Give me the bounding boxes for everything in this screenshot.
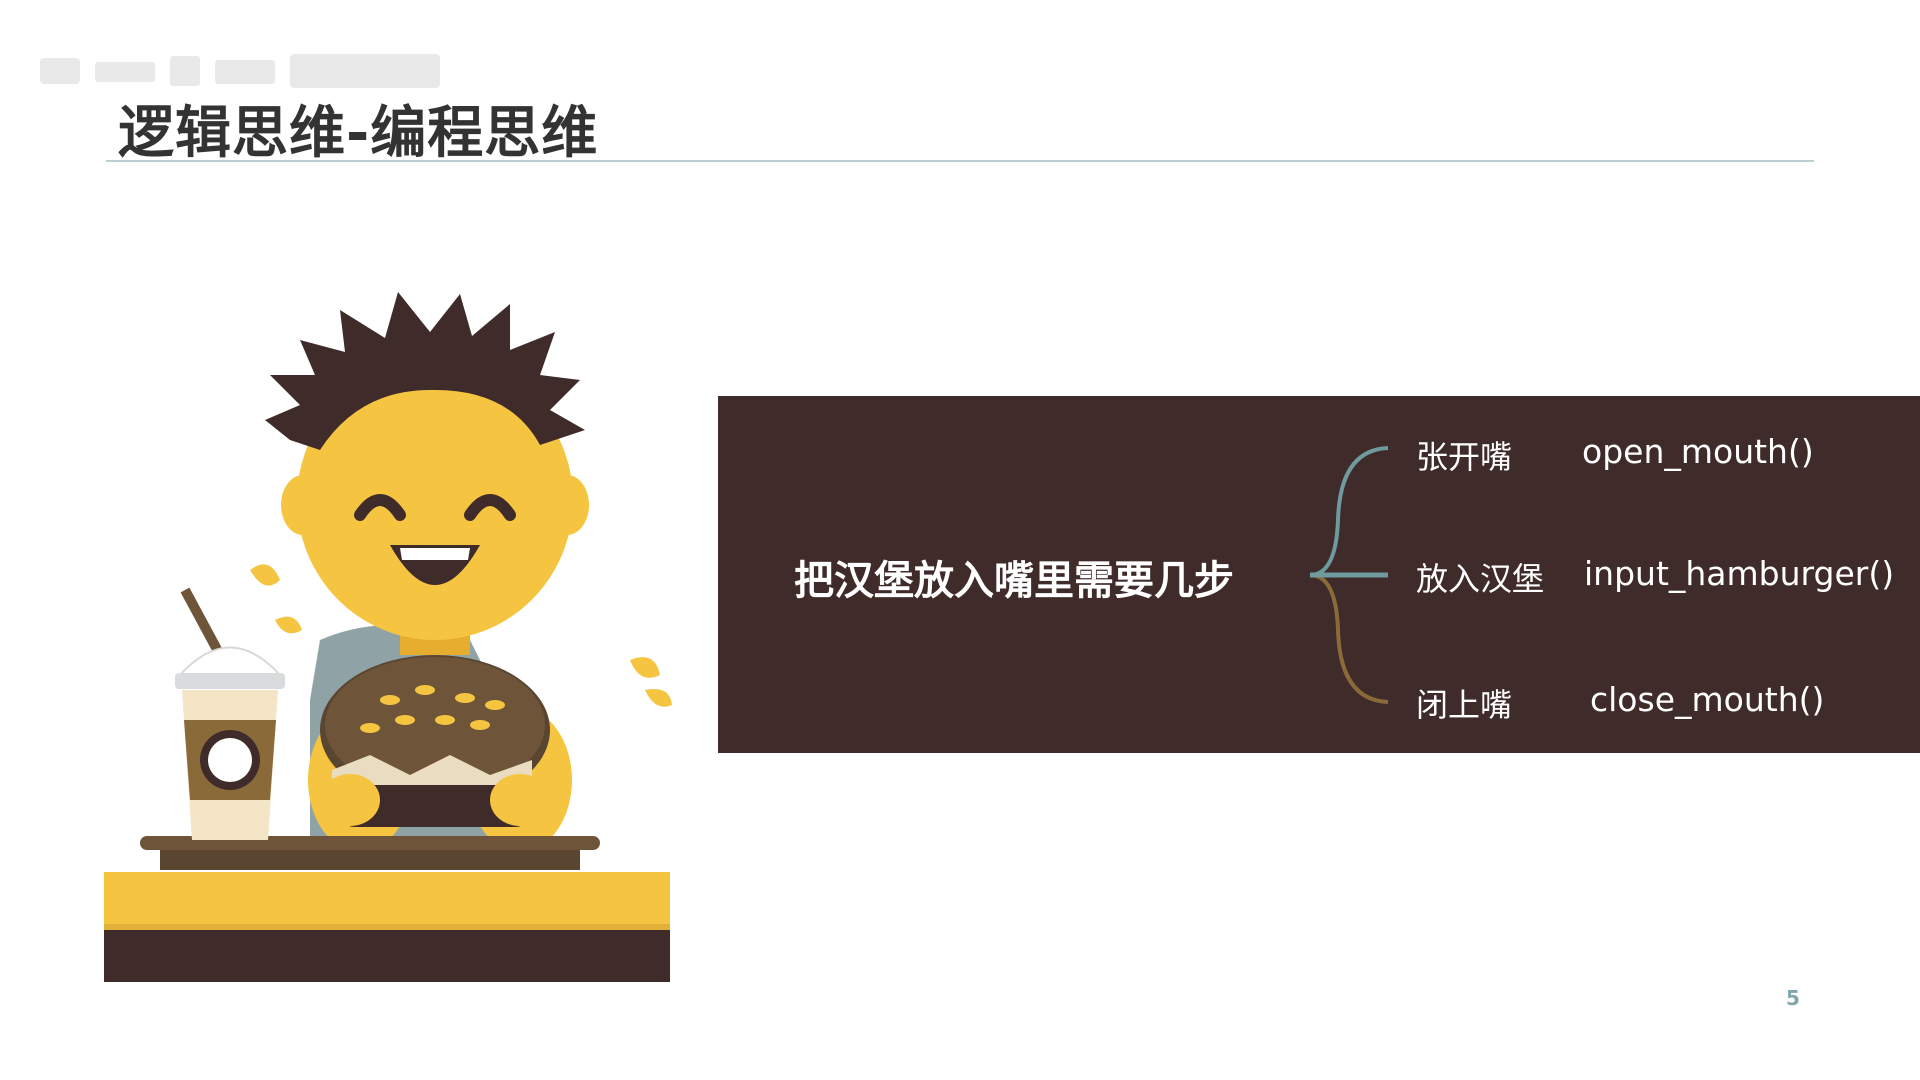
step-code: open_mouth() (1582, 432, 1814, 471)
panel-question: 把汉堡放入嘴里需要几步 (794, 558, 1234, 604)
title-divider (106, 160, 1814, 162)
step-label: 闭上嘴 (1416, 686, 1513, 724)
slide-title: 逻辑思维-编程思维 (118, 101, 599, 166)
step-code: input_hamburger() (1584, 554, 1895, 593)
step-code: close_mouth() (1590, 680, 1825, 719)
step-label: 张开嘴 (1416, 438, 1513, 476)
boy-eating-hamburger-illustration (104, 292, 672, 982)
page-number: 5 (1786, 986, 1800, 1010)
step-label: 放入汉堡 (1416, 560, 1545, 598)
steps-brace (1309, 446, 1389, 704)
